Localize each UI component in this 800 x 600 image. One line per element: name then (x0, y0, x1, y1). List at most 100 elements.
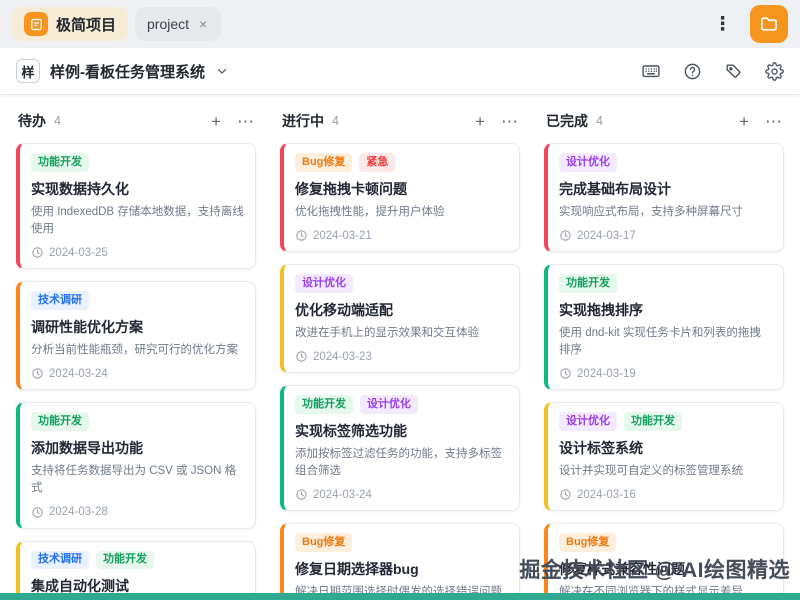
task-description: 使用 IndexedDB 存储本地数据，支持离线使用 (31, 204, 244, 239)
task-description: 使用 dnd-kit 实现任务卡片和列表的拖拽排序 (559, 325, 772, 360)
task-tags: 设计优化功能开发 (559, 412, 772, 431)
close-tab-icon[interactable]: × (197, 16, 209, 32)
kanban-board: 待办4+⋯功能开发实现数据持久化使用 IndexedDB 存储本地数据，支持离线… (0, 95, 800, 600)
clock-icon (295, 350, 308, 363)
clock-icon (295, 488, 308, 501)
task-description: 分析当前性能瓶颈，研究可行的优化方案 (31, 342, 244, 359)
clock-icon (31, 367, 44, 380)
task-card[interactable]: Bug修复修复样式兼容性问题解决在不同浏览器下的样式显示差异2024-03-18 (544, 523, 784, 600)
task-tag: 功能开发 (559, 274, 617, 293)
project-tab-label: project (147, 16, 189, 32)
task-card[interactable]: 设计优化完成基础布局设计实现响应式布局，支持多种屏幕尺寸2024-03-17 (544, 143, 784, 252)
task-tag: Bug修复 (295, 153, 352, 172)
task-card[interactable]: 技术调研功能开发集成自动化测试引入 Jest 和 Cypress 进行单元测试和… (16, 541, 256, 600)
more-menu-icon[interactable]: ⋮ (711, 13, 734, 36)
board-badge: 样 (16, 59, 40, 83)
column-header: 进行中4+⋯ (282, 111, 518, 131)
app-logo-icon (24, 12, 48, 36)
clock-icon (559, 229, 572, 242)
task-description: 支持将任务数据导出为 CSV 或 JSON 格式 (31, 463, 244, 498)
task-due-date: 2024-03-19 (559, 367, 772, 380)
settings-button[interactable] (765, 62, 784, 81)
task-card[interactable]: Bug修复修复日期选择器bug解决日期范围选择时偶发的选择错误问题2024-03… (280, 523, 520, 600)
task-tag: 设计优化 (559, 153, 617, 172)
task-tags: 技术调研功能开发 (31, 551, 244, 570)
task-tags: Bug修复 (559, 533, 772, 552)
toolbar-icon-group (641, 61, 784, 81)
task-tag: 紧急 (359, 153, 395, 172)
task-card[interactable]: 功能开发设计优化实现标签筛选功能添加按标签过滤任务的功能，支持多标签组合筛选20… (280, 385, 520, 511)
bottom-accent-bar (0, 593, 800, 600)
task-card[interactable]: 设计优化优化移动端适配改进在手机上的显示效果和交互体验2024-03-23 (280, 264, 520, 373)
kanban-column-待办: 待办4+⋯功能开发实现数据持久化使用 IndexedDB 存储本地数据，支持离线… (16, 109, 256, 600)
task-tags: Bug修复紧急 (295, 153, 508, 172)
clock-icon (31, 246, 44, 259)
column-menu-button[interactable]: ⋯ (501, 113, 518, 130)
task-tags: 设计优化 (559, 153, 772, 172)
tabbar-actions: ⋮ (711, 5, 788, 43)
board-title: 样例-看板任务管理系统 (50, 61, 205, 82)
task-card[interactable]: 功能开发实现数据持久化使用 IndexedDB 存储本地数据，支持离线使用 202… (16, 143, 256, 269)
clock-icon (559, 488, 572, 501)
tab-project[interactable]: project × (135, 7, 221, 41)
tag-icon (724, 62, 743, 81)
task-card[interactable]: 技术调研调研性能优化方案分析当前性能瓶颈，研究可行的优化方案2024-03-24 (16, 281, 256, 390)
app-tab-label: 极简项目 (56, 14, 116, 35)
tags-button[interactable] (724, 62, 743, 81)
task-tag: 功能开发 (31, 153, 89, 172)
kanban-column-进行中: 进行中4+⋯Bug修复紧急修复拖拽卡顿问题优化拖拽性能，提升用户体验2024-0… (280, 109, 520, 600)
task-due-date: 2024-03-23 (295, 350, 508, 363)
task-date-text: 2024-03-28 (49, 506, 108, 518)
kanban-column-已完成: 已完成4+⋯设计优化完成基础布局设计实现响应式布局，支持多种屏幕尺寸2024-0… (544, 109, 784, 600)
task-card[interactable]: 设计优化功能开发设计标签系统设计并实现可自定义的标签管理系统2024-03-16 (544, 402, 784, 511)
chevron-down-icon[interactable] (215, 64, 229, 78)
column-actions: +⋯ (739, 113, 782, 130)
column-header: 已完成4+⋯ (546, 111, 782, 131)
column-menu-button[interactable]: ⋯ (765, 113, 782, 130)
task-tags: 功能开发设计优化 (295, 395, 508, 414)
keyboard-shortcuts-button[interactable] (641, 61, 661, 81)
task-description: 优化拖拽性能，提升用户体验 (295, 204, 508, 221)
column-count: 4 (596, 114, 603, 128)
project-folder-button[interactable] (750, 5, 788, 43)
task-tag: 功能开发 (96, 551, 154, 570)
task-due-date: 2024-03-25 (31, 246, 244, 259)
column-title: 已完成 (546, 111, 588, 131)
task-tags: 技术调研 (31, 291, 244, 310)
task-due-date: 2024-03-28 (31, 506, 244, 519)
task-date-text: 2024-03-17 (577, 230, 636, 242)
task-tag: 设计优化 (295, 274, 353, 293)
add-card-button[interactable]: + (211, 113, 221, 130)
task-card[interactable]: 功能开发添加数据导出功能支持将任务数据导出为 CSV 或 JSON 格式2024… (16, 402, 256, 528)
keyboard-icon (641, 61, 661, 81)
task-title: 修复样式兼容性问题 (559, 559, 772, 579)
board-toolbar: 样 样例-看板任务管理系统 (0, 48, 800, 95)
task-tag: 功能开发 (295, 395, 353, 414)
task-date-text: 2024-03-21 (313, 230, 372, 242)
task-tag: Bug修复 (295, 533, 352, 552)
task-due-date: 2024-03-21 (295, 229, 508, 242)
task-title: 实现拖拽排序 (559, 300, 772, 320)
task-tag: 设计优化 (559, 412, 617, 431)
column-count: 4 (332, 114, 339, 128)
tab-app-project[interactable]: 极简项目 (12, 7, 128, 41)
add-card-button[interactable]: + (475, 113, 485, 130)
task-tags: 功能开发 (31, 412, 244, 431)
task-card[interactable]: Bug修复紧急修复拖拽卡顿问题优化拖拽性能，提升用户体验2024-03-21 (280, 143, 520, 252)
help-icon (683, 62, 702, 81)
task-description: 设计并实现可自定义的标签管理系统 (559, 463, 772, 480)
task-due-date: 2024-03-24 (31, 367, 244, 380)
column-menu-button[interactable]: ⋯ (237, 113, 254, 130)
task-tag: 功能开发 (31, 412, 89, 431)
clock-icon (295, 229, 308, 242)
task-due-date: 2024-03-24 (295, 488, 508, 501)
task-due-date: 2024-03-17 (559, 229, 772, 242)
task-title: 修复拖拽卡顿问题 (295, 179, 508, 199)
task-tags: 设计优化 (295, 274, 508, 293)
task-title: 实现标签筛选功能 (295, 421, 508, 441)
help-button[interactable] (683, 62, 702, 81)
task-card[interactable]: 功能开发实现拖拽排序使用 dnd-kit 实现任务卡片和列表的拖拽排序 2024-… (544, 264, 784, 390)
task-description: 实现响应式布局，支持多种屏幕尺寸 (559, 204, 772, 221)
task-title: 实现数据持久化 (31, 179, 244, 199)
add-card-button[interactable]: + (739, 113, 749, 130)
